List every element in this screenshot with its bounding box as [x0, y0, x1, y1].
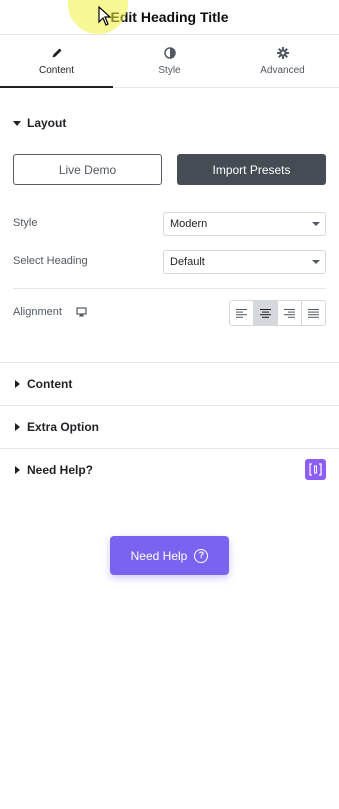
- alignment-control: [229, 300, 326, 326]
- chevron-down-icon: [312, 260, 320, 264]
- pencil-icon: [52, 48, 61, 57]
- need-help-button[interactable]: Need Help ?: [110, 536, 229, 575]
- select-heading-label: Select Heading: [13, 255, 88, 267]
- panel-tabs: Content Style Advanced: [0, 35, 339, 88]
- align-justify-button[interactable]: [302, 301, 325, 325]
- section-content-title: Content: [27, 377, 73, 391]
- tab-content-label: Content: [38, 64, 75, 76]
- mouse-cursor-icon: [98, 6, 112, 26]
- style-select-value: Modern: [170, 218, 208, 230]
- divider: [0, 448, 339, 449]
- select-heading-value: Default: [170, 256, 205, 268]
- help-widget-icon-button[interactable]: [305, 459, 326, 480]
- desktop-icon[interactable]: [76, 307, 87, 317]
- tab-style[interactable]: Style: [113, 35, 226, 87]
- panel-title: Edit Heading Title: [110, 9, 229, 25]
- alignment-label: Alignment: [13, 306, 62, 318]
- divider: [13, 288, 326, 289]
- align-justify-icon: [308, 308, 319, 318]
- section-extra-option-toggle[interactable]: Extra Option: [13, 420, 99, 434]
- tab-advanced[interactable]: Advanced: [226, 35, 339, 87]
- code-brackets-icon: [309, 463, 322, 476]
- section-layout-title: Layout: [27, 116, 67, 130]
- caret-right-icon: [15, 380, 20, 388]
- align-center-button[interactable]: [254, 301, 278, 325]
- tab-content[interactable]: Content: [0, 35, 113, 88]
- divider: [0, 362, 339, 363]
- gear-icon: [276, 46, 289, 59]
- caret-right-icon: [15, 423, 20, 431]
- align-left-button[interactable]: [230, 301, 254, 325]
- align-left-icon: [236, 308, 247, 318]
- import-presets-button[interactable]: Import Presets: [177, 154, 326, 185]
- need-help-label: Need Help: [130, 548, 188, 563]
- tab-style-label: Style: [158, 64, 181, 76]
- section-need-help-toggle[interactable]: Need Help?: [13, 463, 93, 477]
- style-select[interactable]: Modern: [163, 212, 326, 236]
- select-heading-select[interactable]: Default: [163, 250, 326, 274]
- divider: [0, 405, 339, 406]
- align-right-icon: [284, 308, 295, 318]
- question-icon: ?: [194, 548, 209, 563]
- chevron-down-icon: [312, 222, 320, 226]
- panel-header: Edit Heading Title: [0, 0, 339, 35]
- half-circle-icon: [163, 46, 176, 59]
- style-label: Style: [13, 217, 38, 229]
- section-extra-option-title: Extra Option: [27, 420, 100, 434]
- caret-right-icon: [15, 466, 20, 474]
- align-center-icon: [260, 308, 271, 318]
- tab-advanced-label: Advanced: [260, 64, 305, 76]
- caret-down-icon: [13, 120, 21, 126]
- align-right-button[interactable]: [278, 301, 302, 325]
- section-need-help-title: Need Help?: [27, 463, 94, 477]
- section-content-toggle[interactable]: Content: [13, 377, 72, 391]
- live-demo-button[interactable]: Live Demo: [13, 154, 162, 185]
- section-layout-toggle[interactable]: Layout: [13, 116, 66, 130]
